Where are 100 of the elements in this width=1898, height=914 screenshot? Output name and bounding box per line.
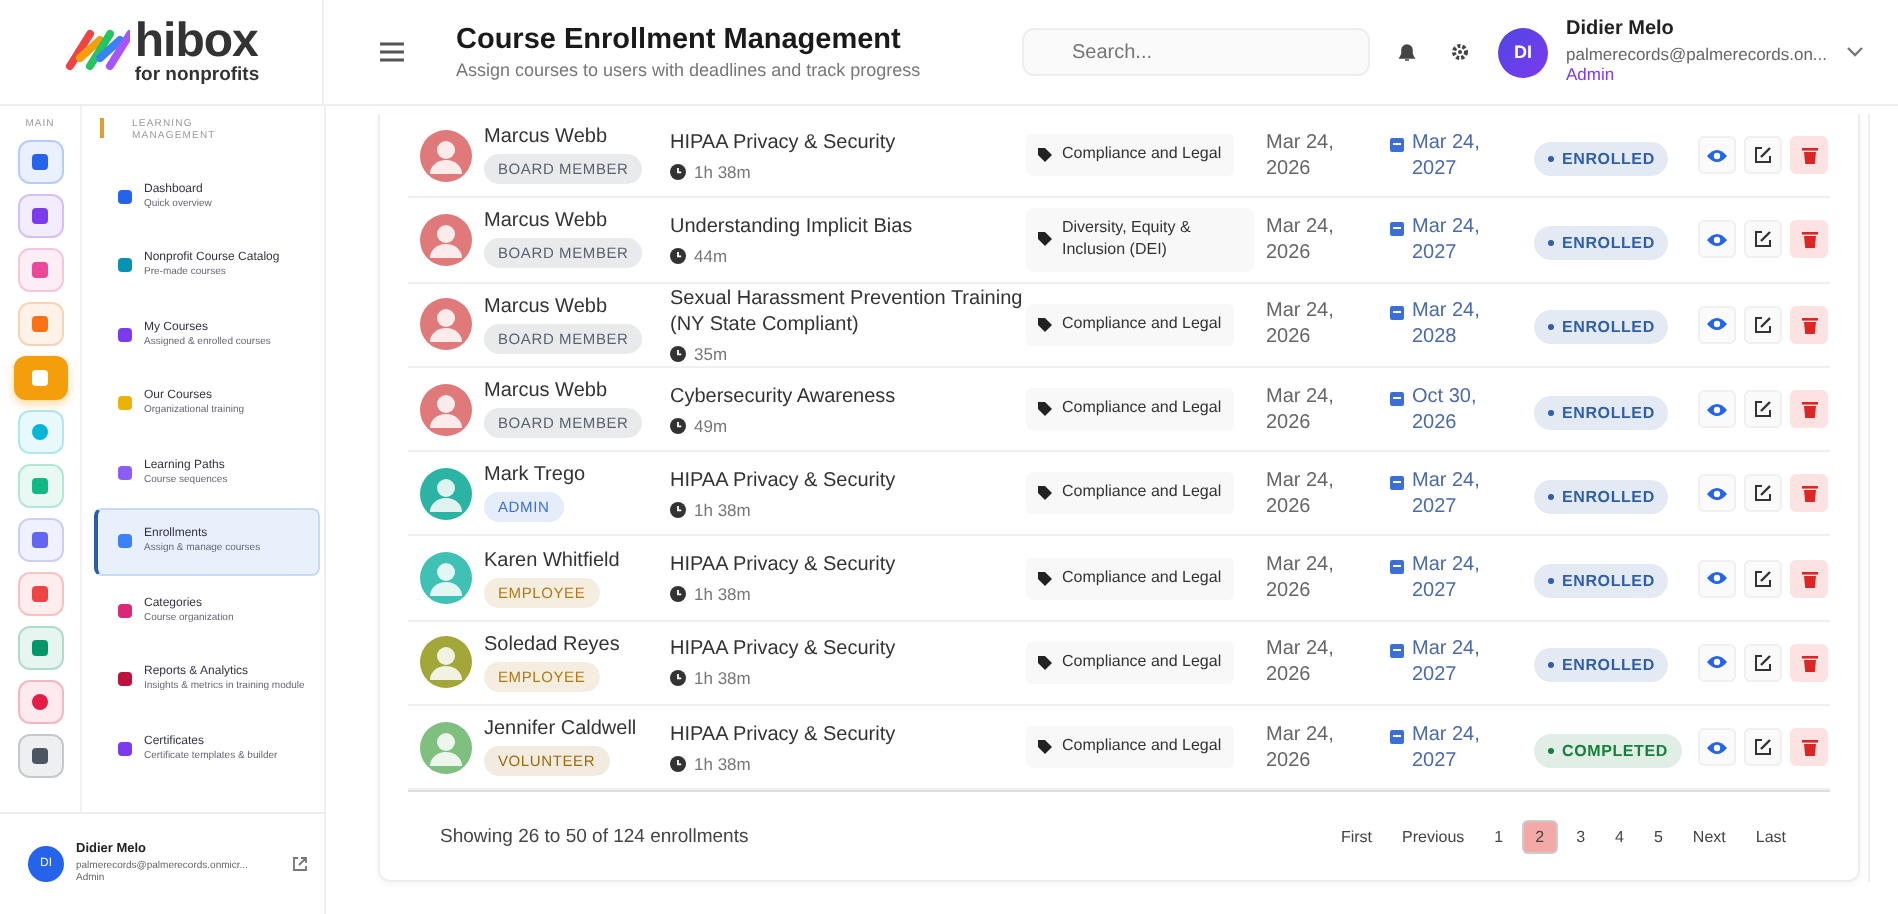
user-avatar[interactable]: DI xyxy=(1498,27,1548,77)
menu-icon[interactable] xyxy=(380,42,404,62)
page-button[interactable]: Previous xyxy=(1390,821,1477,852)
page-button[interactable]: 5 xyxy=(1641,821,1675,852)
chevron-down-icon[interactable] xyxy=(1845,46,1864,58)
view-button[interactable] xyxy=(1698,136,1736,175)
edit-button[interactable] xyxy=(1744,220,1782,259)
tag-icon xyxy=(1038,655,1052,670)
tag-icon xyxy=(1038,402,1052,417)
trash-icon xyxy=(1801,230,1817,249)
clock-icon xyxy=(670,586,686,603)
course-title: HIPAA Privacy & Security xyxy=(670,721,898,748)
user-name: Marcus Webb xyxy=(484,126,608,149)
edit-button[interactable] xyxy=(1744,390,1782,429)
start-date: Mar 24, 2026 xyxy=(1266,383,1336,436)
user-avatar xyxy=(420,636,472,689)
view-button[interactable] xyxy=(1698,559,1736,598)
status-badge: COMPLETED xyxy=(1534,733,1682,768)
edit-button[interactable] xyxy=(1744,643,1782,682)
view-button[interactable] xyxy=(1698,305,1736,344)
delete-button[interactable] xyxy=(1790,220,1828,259)
trash-icon xyxy=(1801,569,1817,588)
user-role: Admin xyxy=(1566,64,1617,86)
duration-text: 35m xyxy=(694,343,728,364)
view-button[interactable] xyxy=(1698,728,1736,767)
calendar-icon xyxy=(1390,558,1404,575)
trash-icon xyxy=(1801,146,1817,165)
delete-button[interactable] xyxy=(1790,559,1828,598)
calendar-icon xyxy=(1390,727,1404,744)
edit-icon xyxy=(1754,484,1772,503)
edit-icon xyxy=(1754,146,1772,165)
user-name: Jennifer Caldwell xyxy=(484,718,637,741)
delete-button[interactable] xyxy=(1790,390,1828,429)
due-date: Mar 24, 2027 xyxy=(1412,213,1482,266)
category-tag: Compliance and Legal xyxy=(1026,472,1234,515)
bell-icon[interactable] xyxy=(1398,42,1416,62)
duration-text: 1h 38m xyxy=(694,668,751,689)
category-tag: Compliance and Legal xyxy=(1026,557,1234,600)
tag-icon xyxy=(1038,317,1052,332)
page-button[interactable]: Next xyxy=(1680,821,1738,852)
trash-icon xyxy=(1801,315,1817,334)
delete-button[interactable] xyxy=(1790,728,1828,767)
brand-name: hibox xyxy=(134,18,258,67)
delete-button[interactable] xyxy=(1790,136,1828,175)
view-button[interactable] xyxy=(1698,220,1736,259)
status-badge: ENROLLED xyxy=(1534,141,1669,176)
page-button[interactable]: 1 xyxy=(1482,821,1516,852)
page-button[interactable]: 4 xyxy=(1603,821,1636,852)
tag-icon xyxy=(1038,571,1052,586)
status-badge: ENROLLED xyxy=(1534,225,1669,260)
edit-button[interactable] xyxy=(1744,305,1782,344)
user-avatar xyxy=(420,213,472,266)
calendar-icon xyxy=(1390,642,1404,659)
category-tag: Compliance and Legal xyxy=(1026,642,1234,684)
calendar-icon xyxy=(1390,389,1404,406)
user-avatar xyxy=(420,552,472,605)
view-button[interactable] xyxy=(1698,474,1736,513)
category-tag: Diversity, Equity & Inclusion (DEI) xyxy=(1026,208,1254,272)
edit-button[interactable] xyxy=(1744,136,1782,175)
page-button[interactable]: 3 xyxy=(1564,821,1598,852)
external-link-icon[interactable] xyxy=(292,856,308,872)
search-field[interactable]: Search... xyxy=(1022,28,1370,76)
eye-icon xyxy=(1706,570,1728,587)
eye-icon xyxy=(1706,654,1728,671)
duration-text: 44m xyxy=(694,245,728,266)
page-button[interactable]: 2 xyxy=(1521,819,1559,854)
user-name: Marcus Webb xyxy=(484,210,608,233)
user-name: Soledad Reyes xyxy=(484,633,620,656)
page-button[interactable]: First xyxy=(1328,821,1385,852)
calendar-icon xyxy=(1390,473,1404,490)
clock-icon xyxy=(670,163,686,180)
trash-icon xyxy=(1801,653,1817,672)
due-date: Oct 30, 2026 xyxy=(1412,383,1479,436)
view-button[interactable] xyxy=(1698,643,1736,682)
edit-icon xyxy=(1754,230,1772,249)
eye-icon xyxy=(1706,147,1728,164)
edit-icon xyxy=(1754,653,1772,672)
delete-button[interactable] xyxy=(1790,643,1828,682)
due-date: Mar 24, 2027 xyxy=(1412,467,1482,520)
duration-text: 1h 38m xyxy=(694,753,751,774)
user-avatar xyxy=(420,383,472,436)
settings-icon[interactable] xyxy=(1450,42,1470,62)
clock-icon xyxy=(670,670,686,687)
edit-button[interactable] xyxy=(1744,474,1782,513)
user-name: Karen Whitfield xyxy=(484,549,620,572)
clock-icon xyxy=(670,755,686,772)
course-title: HIPAA Privacy & Security xyxy=(670,467,898,494)
user-email: palmerecords@palmerecords.on... xyxy=(1566,43,1828,65)
edit-button[interactable] xyxy=(1744,728,1782,767)
user-avatar xyxy=(420,129,472,182)
course-title: Cybersecurity Awareness xyxy=(670,383,898,410)
trash-icon xyxy=(1801,738,1817,757)
edit-button[interactable] xyxy=(1744,559,1782,598)
delete-button[interactable] xyxy=(1790,305,1828,344)
delete-button[interactable] xyxy=(1790,474,1828,513)
status-badge: ENROLLED xyxy=(1534,564,1669,599)
pagination-summary: Showing 26 to 50 of 124 enrollments xyxy=(440,825,749,848)
view-button[interactable] xyxy=(1698,390,1736,429)
category-tag: Compliance and Legal xyxy=(1026,388,1234,430)
page-button[interactable]: Last xyxy=(1743,821,1798,852)
